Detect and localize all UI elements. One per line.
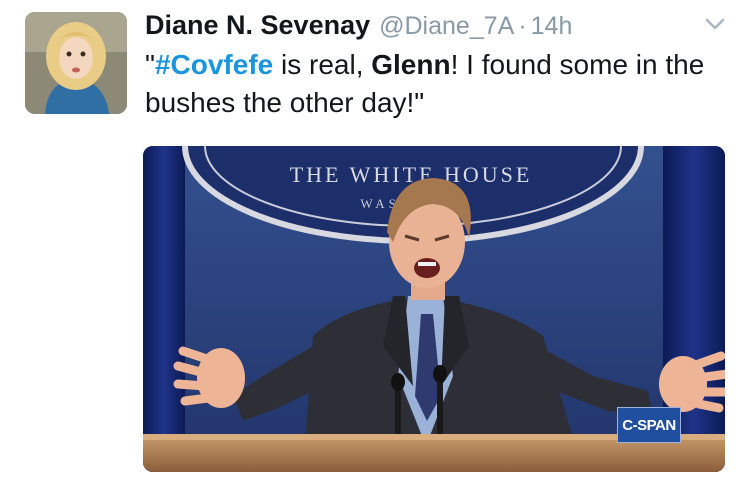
profile-avatar[interactable] — [25, 12, 127, 114]
tweet-timestamp[interactable]: 14h — [531, 12, 573, 41]
cspan-badge-label: C-SPAN — [622, 416, 676, 434]
tweet-header: Diane N. Sevenay @Diane_7A · 14h — [145, 10, 572, 44]
tweet-media-image[interactable]: THE WHITE HOUSE WASHI C-SPAN — [143, 146, 725, 472]
tweet-text-part1: is real, — [273, 49, 372, 80]
display-name[interactable]: Diane N. Sevenay — [145, 10, 370, 41]
tweet-text: "#Covfefe is real, Glenn! I found some i… — [145, 46, 735, 122]
hashtag-link[interactable]: #Covfefe — [155, 49, 273, 80]
seal-text-top: THE WHITE HOUSE — [290, 162, 533, 187]
chevron-down-icon[interactable] — [704, 16, 726, 32]
meta-separator: · — [518, 12, 527, 40]
open-quote: " — [145, 49, 155, 80]
user-handle[interactable]: @Diane_7A — [379, 12, 514, 41]
avatar-image — [25, 12, 127, 114]
bold-word: Glenn — [371, 49, 451, 80]
cspan-badge: C-SPAN — [617, 407, 681, 443]
